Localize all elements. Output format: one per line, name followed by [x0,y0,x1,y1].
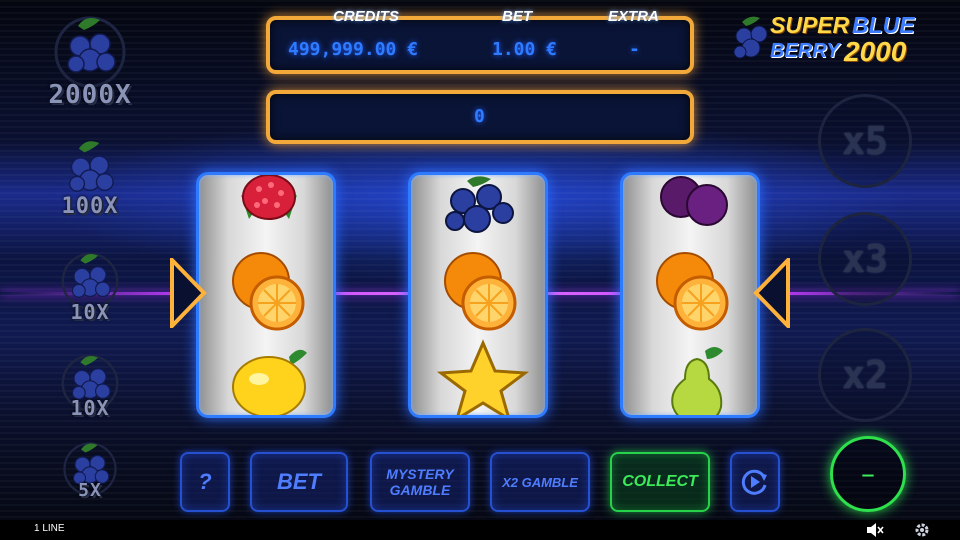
paytable-item: 10X [30,348,150,420]
lines-label: 1 LINE [34,523,65,534]
payline-arrow-left [170,258,207,328]
mystery-gamble-label-2: GAMBLE [389,482,451,498]
multiplier-label: x5 [842,119,888,163]
help-button[interactable]: ? [180,452,230,512]
raspberry-icon [241,175,297,220]
extra-value: - [629,39,640,60]
orange-icon [656,252,729,331]
help-label: ? [198,469,212,494]
collect-label: COLLECT [622,473,698,490]
logo-super: SUPER [770,12,850,38]
credits-value: 499,999.00 € [288,39,419,60]
paytable-label: 10X [70,300,110,324]
orange-icon [444,252,517,331]
mystery-gamble-button[interactable]: MYSTERY GAMBLE [370,452,470,512]
lemon-icon [232,349,307,415]
paytable-item: 10X [30,246,150,324]
paytable-item: 5X [30,436,150,501]
mute-icon[interactable] [866,522,884,538]
spin-button[interactable]: – [830,436,906,512]
autoplay-icon [741,469,767,495]
x2-gamble-label: X2 GAMBLE [502,474,578,490]
reel-3 [620,172,760,418]
footer-bar [0,520,960,540]
bet-button-label: BET [277,469,321,494]
credits-label: CREDITS [333,8,399,25]
paytable-label: 5X [78,480,102,501]
multiplier-label: x3 [842,237,888,281]
blueberry-icon [445,176,514,233]
payline-arrow-right [753,258,790,328]
paytable-label: 2000X [48,80,132,110]
paytable-label: 100X [61,194,119,219]
game-stage: 2000X 100X 10X 10X 5X CREDITS BET EXTRA … [0,0,960,540]
autoplay-button[interactable] [730,452,780,512]
paytable-label: 10X [70,396,110,420]
orange-icon [232,252,305,331]
logo-number: 2000 [844,36,907,67]
collect-button[interactable]: COLLECT [610,452,710,512]
extra-label: EXTRA [608,8,659,25]
bet-label: BET [502,8,532,25]
bet-value: 1.00 € [492,39,558,60]
multiplier-label: x2 [842,353,888,397]
paytable-item: 100X [30,132,150,219]
reel-2 [408,172,548,418]
win-value: 0 [474,106,485,127]
logo-berry: BERRY [770,40,840,62]
game-logo: SUPER BLUE BERRY 2000 [732,10,932,68]
gear-icon[interactable] [914,522,930,538]
reel-1 [196,172,336,418]
mystery-gamble-label-1: MYSTERY [386,466,454,482]
spin-label: – [861,457,875,490]
plum-icon [660,176,728,226]
multiplier-x3: x3 [818,212,912,306]
star-icon [436,339,530,415]
multiplier-x5: x5 [818,94,912,188]
pear-icon [671,347,723,415]
paytable-item: 2000X [30,8,150,110]
bet-button[interactable]: BET [250,452,348,512]
x2-gamble-button[interactable]: X2 GAMBLE [490,452,590,512]
multiplier-x2: x2 [818,328,912,422]
blueberry-icon [54,16,126,88]
logo-blue: BLUE [852,12,915,38]
blueberry-icon [733,16,768,59]
